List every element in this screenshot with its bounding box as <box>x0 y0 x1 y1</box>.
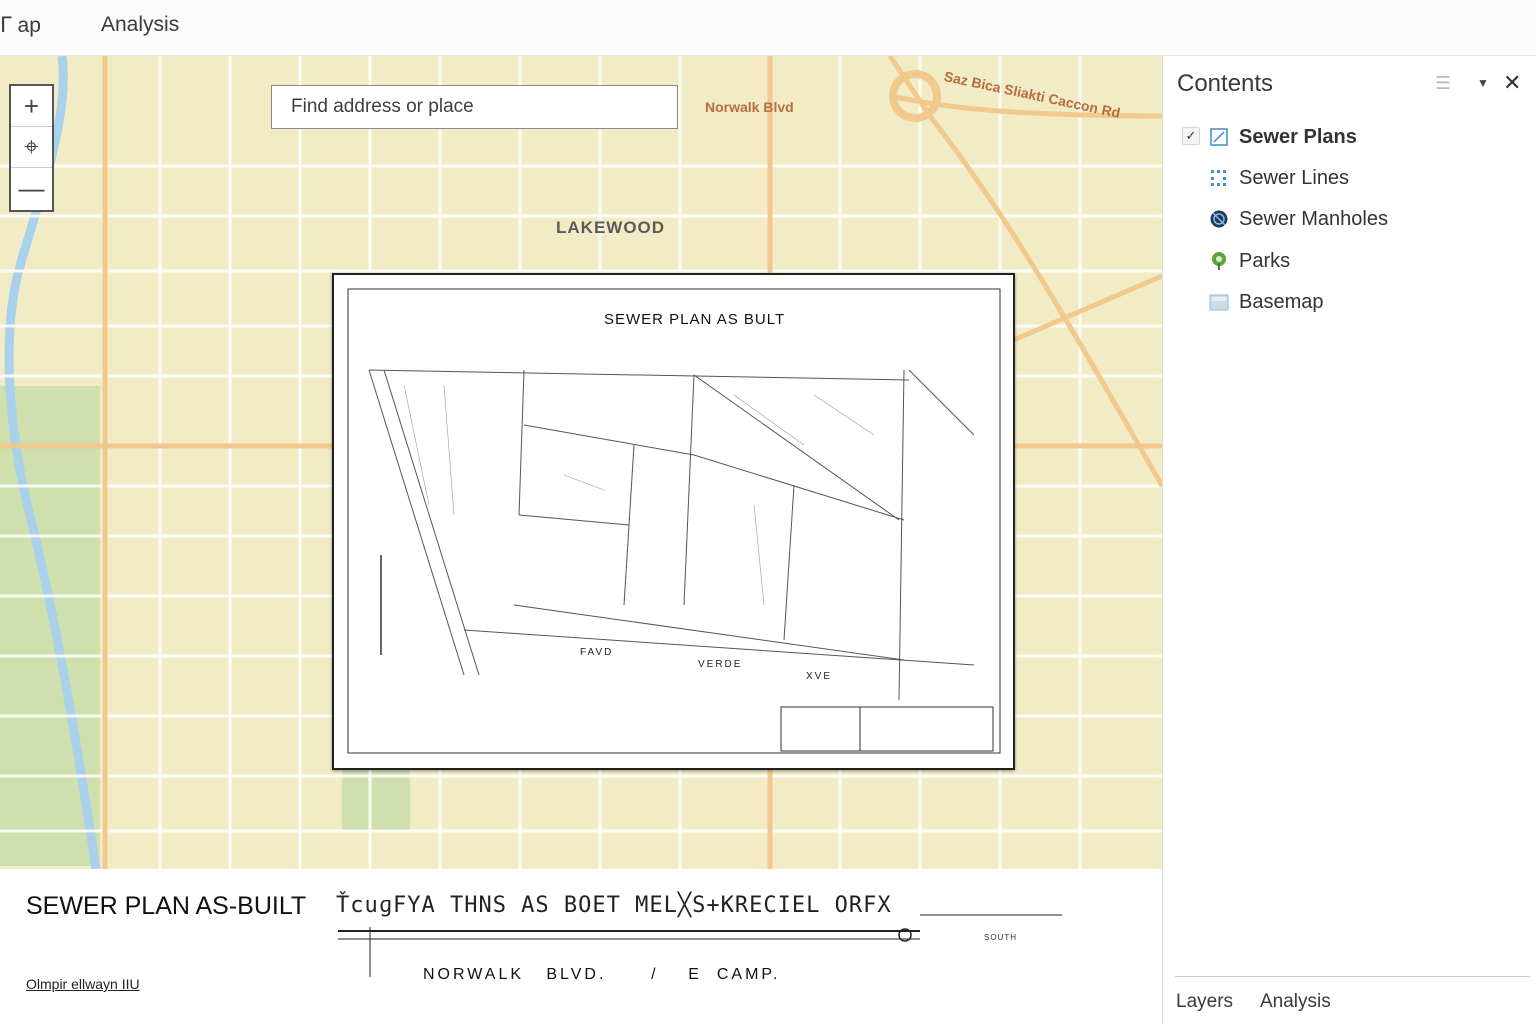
layer-name: Parks <box>1239 250 1291 272</box>
strip-scan-text: ŤcuɡFYA THNS AS BOET MEL╳S+KRECIEL ORFX <box>336 893 892 918</box>
sewer-plans-icon <box>1210 128 1228 146</box>
zoom-out-button[interactable]: — <box>11 168 52 209</box>
zoom-controls: + ⌖ — <box>9 84 54 212</box>
tab-analysis[interactable]: Analysis <box>101 13 179 37</box>
south-label: SOUTH <box>984 933 1017 942</box>
layer-item-sewer-manholes[interactable]: Sewer Manholes <box>1163 200 1536 240</box>
home-button[interactable]: ⌖ <box>11 127 52 168</box>
tab-layers[interactable]: Layers <box>1176 991 1233 1013</box>
search-input[interactable] <box>272 86 677 128</box>
top-bar: ᒥ ap Analysis <box>0 0 1536 56</box>
basemap-icon <box>1209 294 1229 311</box>
plan-drawing <box>347 288 1001 754</box>
tab-map[interactable]: ᒥ ap <box>0 13 41 38</box>
list-icon[interactable]: ☰ <box>1435 73 1451 94</box>
panel-title: Contents <box>1177 70 1274 97</box>
close-icon[interactable]: ✕ <box>1503 70 1521 96</box>
contents-panel: Contents ☰ ▼ ✕ ✓ Sewer Plans Sewer Lines… <box>1162 56 1536 1024</box>
agency-logo: Olmpir ellwayn IIU <box>26 976 140 992</box>
layer-name: Sewer Manholes <box>1239 208 1388 230</box>
plan-street-label: XVE <box>806 671 833 682</box>
sewer-manholes-icon <box>1210 210 1228 228</box>
layer-item-sewer-plans[interactable]: ✓ Sewer Plans <box>1163 118 1536 158</box>
layer-item-basemap[interactable]: Basemap <box>1163 283 1536 323</box>
map-view[interactable]: LAKEWOOD Norwalk Blvd Saz Bica Sliakti C… <box>0 56 1162 869</box>
sewer-plan-image[interactable]: SEWER PLAN AS BULT FAVD VERDE XVE <box>332 273 1015 770</box>
panel-footer: Layers Analysis <box>1175 976 1530 1012</box>
plan-title: SEWER PLAN AS BULT <box>604 311 786 328</box>
strip-street-names: NORWALK BLVD. / E CAMP. <box>423 966 781 983</box>
city-label: LAKEWOOD <box>556 218 666 237</box>
chevron-down-icon[interactable]: ▼ <box>1477 76 1489 90</box>
plan-street-label: FAVD <box>580 647 614 658</box>
layer-name: Basemap <box>1239 291 1324 313</box>
layer-item-sewer-lines[interactable]: Sewer Lines <box>1163 159 1536 199</box>
layer-name: Sewer Plans <box>1239 126 1357 148</box>
road-label-norwalk: Norwalk Blvd <box>705 99 794 115</box>
layer-item-parks[interactable]: Parks <box>1163 242 1536 282</box>
zoom-in-button[interactable]: + <box>11 86 52 127</box>
plan-detail-strip: SEWER PLAN AS-BUILT ŤcuɡFYA THNS AS BOET… <box>0 869 1162 1024</box>
plan-street-label: VERDE <box>698 659 743 670</box>
search-box <box>271 85 678 129</box>
strip-title: SEWER PLAN AS-BUILT <box>26 892 307 920</box>
sewer-lines-icon <box>1211 170 1226 186</box>
layer-name: Sewer Lines <box>1239 167 1350 189</box>
layer-visibility-checkbox[interactable]: ✓ <box>1182 127 1200 145</box>
parks-icon <box>1212 252 1226 270</box>
tab-analysis-panel[interactable]: Analysis <box>1260 991 1331 1013</box>
